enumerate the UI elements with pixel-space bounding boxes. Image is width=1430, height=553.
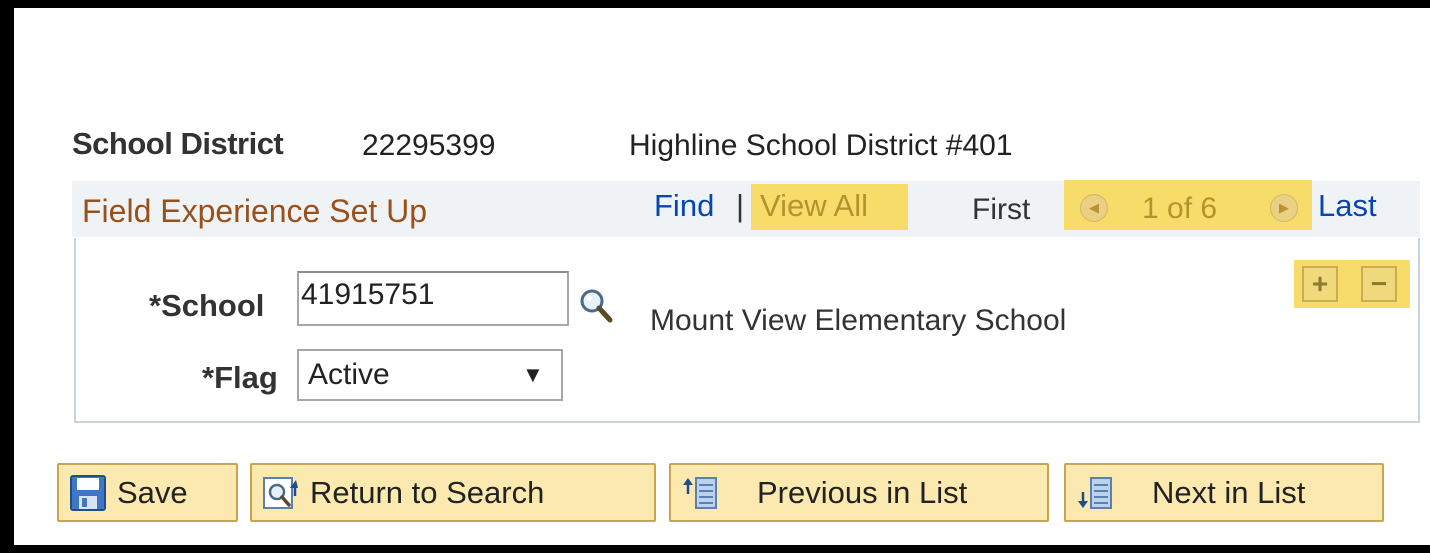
- view-all-link[interactable]: View All: [760, 188, 868, 224]
- next-in-list-button[interactable]: Next in List: [1064, 463, 1384, 522]
- page-frame: School District 22295399 Highline School…: [14, 8, 1430, 545]
- save-button[interactable]: Save: [57, 463, 238, 522]
- flag-label: *Flag: [202, 360, 278, 395]
- return-search-icon: [263, 476, 298, 509]
- district-label: School District: [72, 126, 284, 161]
- arrow-right-circle-icon[interactable]: ▶: [1270, 194, 1298, 222]
- return-to-search-label: Return to Search: [310, 474, 545, 510]
- section-title: Field Experience Set Up: [82, 193, 428, 229]
- flag-selected-value: Active: [308, 358, 390, 391]
- last-link[interactable]: Last: [1318, 188, 1377, 224]
- first-label: First: [972, 193, 1031, 226]
- link-separator: |: [736, 188, 745, 223]
- next-in-list-label: Next in List: [1152, 474, 1306, 510]
- caret-down-icon: ▼: [522, 362, 544, 387]
- add-row-button[interactable]: +: [1302, 266, 1338, 302]
- save-button-label: Save: [117, 474, 188, 510]
- find-link[interactable]: Find: [654, 188, 714, 224]
- list-down-icon: [1078, 476, 1112, 509]
- school-name: Mount View Elementary School: [650, 304, 1067, 337]
- previous-in-list-label: Previous in List: [757, 474, 968, 510]
- district-name: Highline School District #401: [629, 129, 1013, 162]
- previous-in-list-button[interactable]: Previous in List: [669, 463, 1049, 522]
- return-to-search-button[interactable]: Return to Search: [250, 463, 656, 522]
- arrow-left-circle-icon[interactable]: ◀: [1080, 194, 1108, 222]
- school-label: *School: [149, 288, 265, 323]
- magnifier-icon[interactable]: [576, 286, 616, 326]
- page-count: 1 of 6: [1142, 192, 1218, 225]
- school-input[interactable]: [297, 271, 569, 326]
- district-id: 22295399: [362, 129, 496, 162]
- delete-row-button[interactable]: −: [1361, 266, 1397, 302]
- floppy-disk-icon: [70, 474, 106, 511]
- list-up-icon: [683, 476, 717, 509]
